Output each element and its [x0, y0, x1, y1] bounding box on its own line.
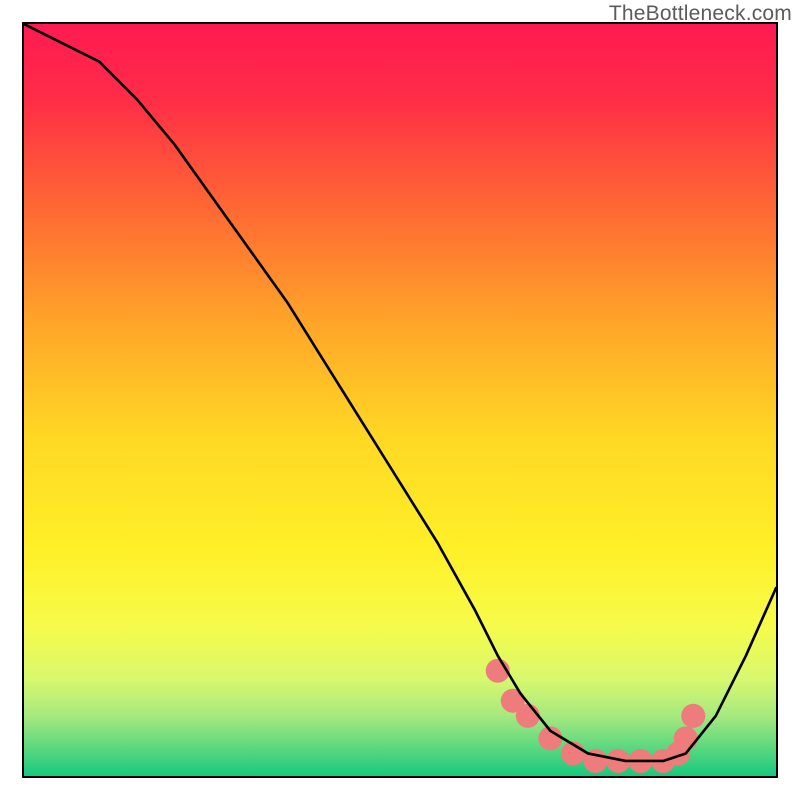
plot-frame	[22, 22, 778, 778]
marker-dot	[516, 704, 540, 728]
curve-path	[24, 24, 776, 761]
watermark-text: TheBottleneck.com	[609, 2, 792, 26]
chart-container: TheBottleneck.com	[0, 0, 800, 800]
marker-dot	[681, 704, 705, 728]
marker-dot	[674, 726, 698, 750]
chart-overlay	[24, 24, 776, 776]
